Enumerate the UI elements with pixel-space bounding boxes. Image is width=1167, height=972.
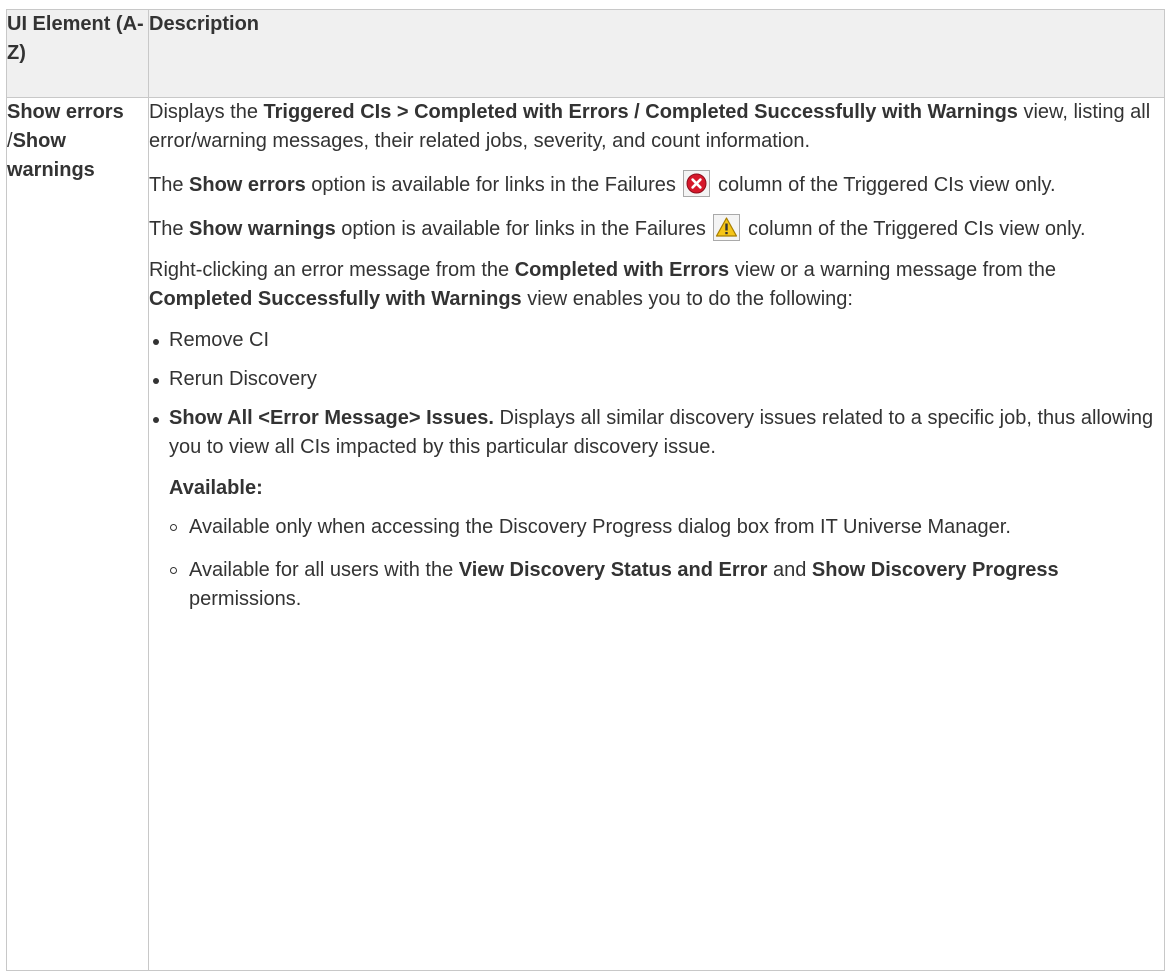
header-ui-element: UI Element (A-Z): [6, 9, 149, 98]
text-span: option is available for links in the Fai…: [305, 174, 682, 196]
text-span: The: [149, 218, 190, 240]
text-span: Displays the: [149, 101, 264, 123]
table-header-row: UI Element (A-Z) Description: [6, 9, 1165, 98]
actions-list: Remove CI Rerun Discovery Show All <Erro…: [149, 326, 1164, 614]
rerun-discovery-item: Rerun Discovery: [169, 368, 317, 390]
text-span: column of the Triggered CIs view only.: [712, 174, 1056, 196]
completed-with-warnings-label: Completed Successfully with Warnings: [149, 288, 522, 310]
remove-ci-item: Remove CI: [169, 329, 270, 351]
right-click-paragraph: Right-clicking an error message from the…: [149, 256, 1164, 314]
text-span: column of the Triggered CIs view only.: [742, 218, 1086, 240]
available-heading: Available:: [169, 477, 263, 499]
show-errors-paragraph: The Show errors option is available for …: [149, 170, 1164, 200]
text-span: and: [767, 559, 812, 581]
permission-show-progress: Show Discovery Progress: [811, 559, 1059, 581]
ui-element-name: Show errors/Show warnings: [6, 97, 149, 971]
text-span: view or a warning message from the: [729, 259, 1056, 281]
show-warnings-label: Show warnings: [189, 218, 336, 240]
availability-list: Available only when accessing the Discov…: [169, 513, 1164, 614]
text-span: The: [149, 174, 190, 196]
text-span: Right-clicking an error message from the: [149, 259, 515, 281]
list-item: Available for all users with the View Di…: [169, 556, 1164, 614]
list-item: Available only when accessing the Discov…: [169, 513, 1164, 542]
table-row: Show errors/Show warnings Displays the T…: [6, 97, 1165, 971]
permission-view-discovery: View Discovery Status and Error: [458, 559, 768, 581]
element-show-warnings: Show warnings: [7, 130, 95, 181]
description-cell: Displays the Triggered CIs > Completed w…: [148, 97, 1165, 971]
description-paragraph: Displays the Triggered CIs > Completed w…: [149, 98, 1164, 156]
text-span: permissions.: [189, 588, 302, 610]
availability-item: Available only when accessing the Discov…: [189, 516, 1011, 538]
list-item: Remove CI: [149, 326, 1164, 355]
show-all-issues-label: Show All <Error Message> Issues.: [169, 407, 494, 429]
element-show-errors: Show errors: [7, 101, 124, 123]
completed-with-errors-label: Completed with Errors: [514, 259, 730, 281]
show-warnings-paragraph: The Show warnings option is available fo…: [149, 214, 1164, 244]
list-item: Rerun Discovery: [149, 365, 1164, 394]
list-item: Show All <Error Message> Issues. Display…: [149, 404, 1164, 614]
text-span: view enables you to do the following:: [521, 288, 853, 310]
ui-element-table: UI Element (A-Z) Description Show errors…: [6, 9, 1165, 971]
error-icon: [683, 170, 711, 197]
view-path: Triggered CIs > Completed with Errors / …: [263, 101, 1018, 123]
text-span: Available for all users with the: [189, 559, 459, 581]
show-errors-label: Show errors: [189, 174, 306, 196]
header-description: Description: [148, 9, 1165, 98]
text-span: option is available for links in the Fai…: [335, 218, 712, 240]
warning-icon: [713, 214, 741, 241]
